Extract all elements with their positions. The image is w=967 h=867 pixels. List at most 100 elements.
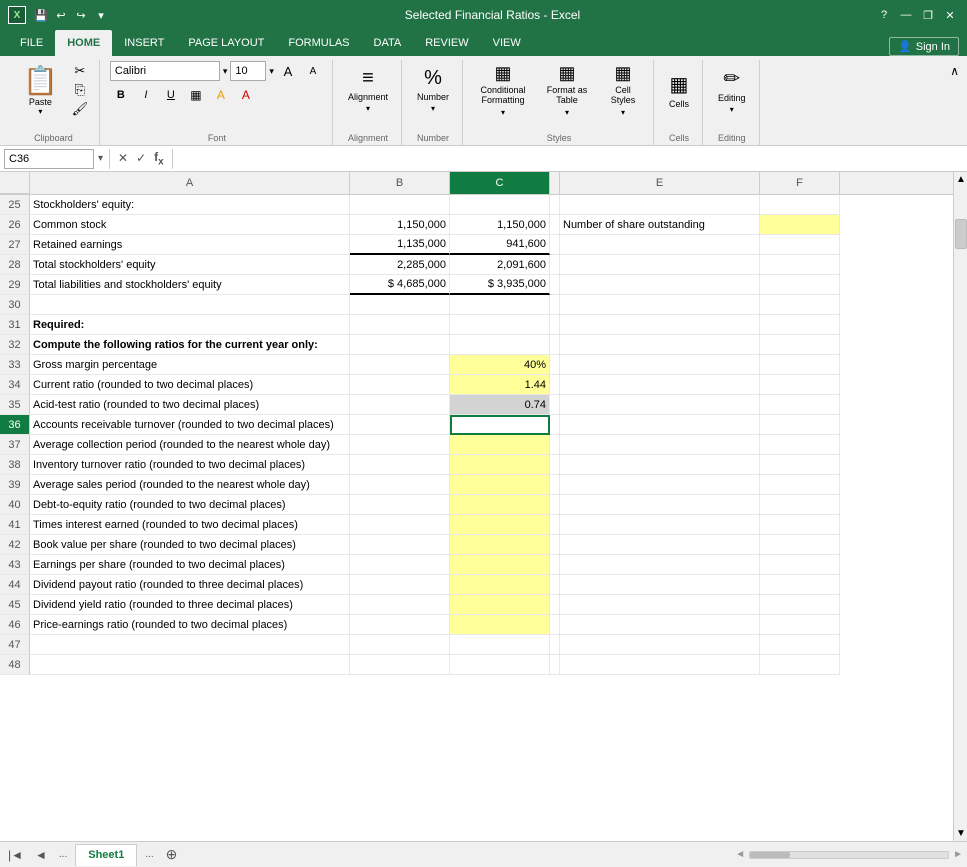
list-item[interactable]: Price-earnings ratio (rounded to two dec… [30, 615, 350, 635]
row-number[interactable]: 42 [0, 535, 30, 555]
help-btn[interactable]: ? [875, 6, 893, 24]
list-item[interactable]: Compute the following ratios for the cur… [30, 335, 350, 355]
list-item[interactable] [350, 375, 450, 395]
close-btn[interactable]: ✕ [941, 6, 959, 24]
row-number[interactable]: 37 [0, 435, 30, 455]
tab-view[interactable]: VIEW [481, 30, 533, 56]
list-item[interactable] [350, 415, 450, 435]
name-box-arrow[interactable]: ▾ [98, 153, 103, 164]
list-item[interactable] [560, 315, 760, 335]
list-item[interactable]: Times interest earned (rounded to two de… [30, 515, 350, 535]
row-number[interactable]: 43 [0, 555, 30, 575]
conditional-formatting-button[interactable]: ▦ ConditionalFormatting ▾ [473, 60, 533, 120]
list-item[interactable] [450, 635, 550, 655]
list-item[interactable]: 1,150,000 [350, 215, 450, 235]
row-number[interactable]: 32 [0, 335, 30, 355]
nav-ellipsis-right[interactable]: ... [141, 847, 157, 862]
list-item[interactable] [760, 295, 840, 315]
cancel-formula-icon[interactable]: ✕ [116, 151, 130, 165]
sign-in-btn[interactable]: 👤 Sign In [889, 37, 959, 56]
list-item[interactable] [350, 555, 450, 575]
list-item[interactable] [560, 335, 760, 355]
collapse-icon[interactable]: ∧ [950, 64, 959, 78]
list-item[interactable]: Number of share outstanding [560, 215, 760, 235]
customize-quick-btn[interactable]: ▾ [92, 6, 110, 24]
vertical-scrollbar[interactable]: ▲ ▼ [953, 172, 967, 841]
list-item[interactable]: Debt-to-equity ratio (rounded to two dec… [30, 495, 350, 515]
col-header-b[interactable]: B [350, 172, 450, 194]
paste-button[interactable]: 📋 Paste ▾ [16, 60, 65, 120]
row-number[interactable]: 31 [0, 315, 30, 335]
list-item[interactable]: 1,150,000 [450, 215, 550, 235]
list-item[interactable] [560, 415, 760, 435]
list-item[interactable] [760, 535, 840, 555]
col-header-f[interactable]: F [760, 172, 840, 194]
list-item[interactable] [350, 295, 450, 315]
list-item[interactable] [560, 255, 760, 275]
horizontal-scrollbar[interactable] [749, 851, 949, 859]
col-header-d[interactable] [550, 172, 560, 194]
row-number[interactable]: 28 [0, 255, 30, 275]
cells-button[interactable]: ▦ Cells [664, 60, 694, 120]
row-number[interactable]: 25 [0, 195, 30, 215]
list-item[interactable] [760, 555, 840, 575]
list-item[interactable] [350, 195, 450, 215]
nav-ellipsis-left[interactable]: ... [55, 847, 71, 862]
list-item[interactable] [760, 615, 840, 635]
list-item[interactable] [450, 535, 550, 555]
row-number[interactable]: 45 [0, 595, 30, 615]
row-number[interactable]: 48 [0, 655, 30, 675]
format-table-button[interactable]: ▦ Format asTable ▾ [539, 60, 595, 120]
editing-button[interactable]: ✏ Editing ▾ [713, 60, 751, 120]
list-item[interactable] [350, 515, 450, 535]
list-item[interactable]: Average sales period (rounded to the nea… [30, 475, 350, 495]
list-item[interactable] [350, 615, 450, 635]
list-item[interactable] [450, 575, 550, 595]
scroll-up-btn[interactable]: ▲ [954, 172, 967, 187]
list-item[interactable]: Common stock [30, 215, 350, 235]
font-size-box[interactable]: 10 [230, 61, 266, 81]
confirm-formula-icon[interactable]: ✓ [134, 151, 148, 165]
list-item[interactable]: $ 3,935,000 [450, 275, 550, 295]
font-color-button[interactable]: A [235, 84, 257, 106]
list-item[interactable]: Total liabilities and stockholders' equi… [30, 275, 350, 295]
list-item[interactable] [450, 335, 550, 355]
list-item[interactable] [760, 515, 840, 535]
list-item[interactable] [760, 395, 840, 415]
list-item[interactable]: Stockholders' equity: [30, 195, 350, 215]
list-item[interactable] [450, 655, 550, 675]
list-item[interactable] [350, 475, 450, 495]
tab-data[interactable]: DATA [362, 30, 414, 56]
list-item[interactable] [350, 335, 450, 355]
list-item[interactable] [760, 575, 840, 595]
save-quick-btn[interactable]: 💾 [32, 6, 50, 24]
row-number[interactable]: 41 [0, 515, 30, 535]
list-item[interactable] [350, 395, 450, 415]
list-item[interactable]: Book value per share (rounded to two dec… [30, 535, 350, 555]
list-item[interactable] [450, 475, 550, 495]
row-number[interactable]: 34 [0, 375, 30, 395]
list-item[interactable] [760, 275, 840, 295]
list-item[interactable] [450, 515, 550, 535]
scroll-right-btn[interactable]: ► [953, 849, 963, 860]
row-number[interactable]: 26 [0, 215, 30, 235]
list-item[interactable] [350, 595, 450, 615]
list-item[interactable] [560, 515, 760, 535]
list-item[interactable] [450, 415, 550, 435]
nav-prev-btn[interactable]: ◄ [31, 846, 51, 864]
bold-button[interactable]: B [110, 84, 132, 106]
tab-review[interactable]: REVIEW [413, 30, 480, 56]
list-item[interactable] [560, 655, 760, 675]
list-item[interactable] [560, 595, 760, 615]
list-item[interactable] [350, 495, 450, 515]
list-item[interactable] [560, 615, 760, 635]
list-item[interactable] [760, 215, 840, 235]
list-item[interactable] [350, 315, 450, 335]
scroll-left-btn[interactable]: ◄ [735, 849, 745, 860]
list-item[interactable] [450, 295, 550, 315]
list-item[interactable] [450, 455, 550, 475]
restore-btn[interactable]: ❐ [919, 6, 937, 24]
list-item[interactable] [450, 495, 550, 515]
row-number[interactable]: 30 [0, 295, 30, 315]
ribbon-collapse[interactable]: ∧ [950, 60, 959, 145]
